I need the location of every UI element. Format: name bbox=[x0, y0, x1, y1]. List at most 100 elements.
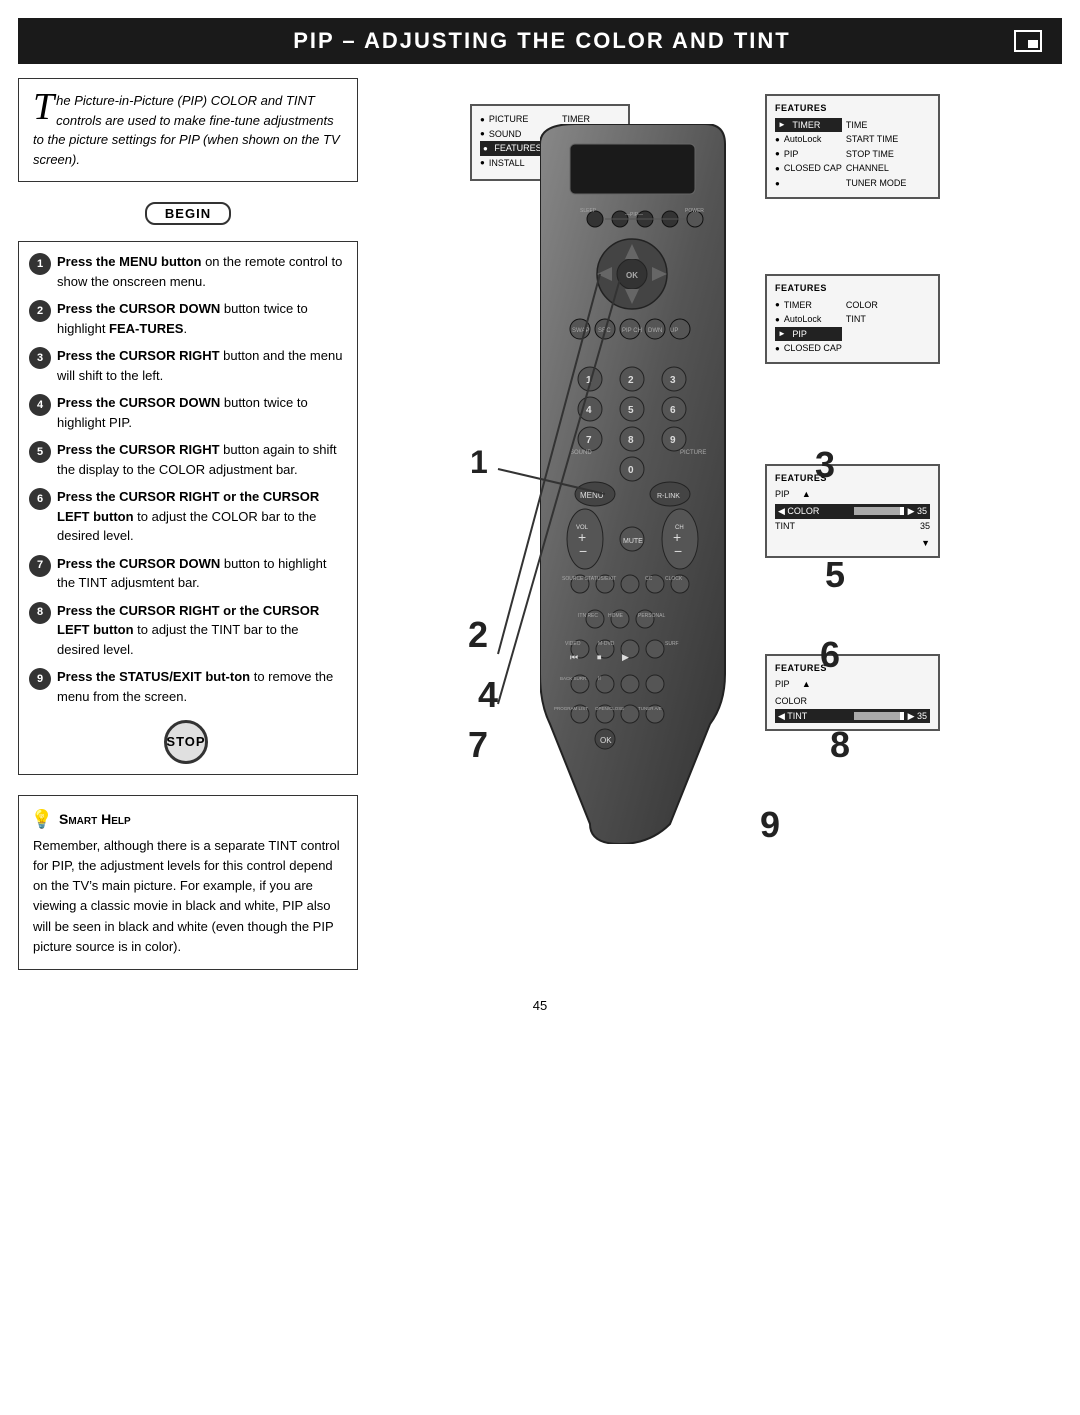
right-column: ● PICTURE ● SOUND ● FEATURES ● INSTALL T… bbox=[358, 64, 1062, 988]
step-num-7: 7 bbox=[29, 555, 51, 577]
screen-features-4: FEATURES PIP ▲ COLOR ◀ TINT ▶ 35 bbox=[765, 654, 940, 731]
step-text-5: Press the CURSOR RIGHT button again to s… bbox=[57, 440, 343, 479]
screen4-title: FEATURES bbox=[775, 662, 930, 675]
svg-text:−: − bbox=[674, 543, 682, 559]
step-text-6: Press the CURSOR RIGHT or the CURSOR LEF… bbox=[57, 487, 343, 546]
step-4: 4 Press the CURSOR DOWN button twice to … bbox=[29, 393, 343, 432]
big-step-9: 9 bbox=[760, 804, 780, 846]
svg-text:DWN: DWN bbox=[648, 328, 662, 334]
step-num-2: 2 bbox=[29, 300, 51, 322]
step-1: 1 Press the MENU button on the remote co… bbox=[29, 252, 343, 291]
step-text-7: Press the CURSOR DOWN button to highligh… bbox=[57, 554, 343, 593]
svg-text:OK: OK bbox=[600, 736, 612, 745]
svg-text:CLOCK: CLOCK bbox=[665, 576, 683, 582]
step-num-6: 6 bbox=[29, 488, 51, 510]
svg-text:4: 4 bbox=[586, 405, 592, 416]
step-text-4: Press the CURSOR DOWN button twice to hi… bbox=[57, 393, 343, 432]
svg-text:BACK SURR.: BACK SURR. bbox=[560, 676, 588, 681]
big-step-3: 3 bbox=[815, 444, 835, 486]
screen2-title: FEATURES bbox=[775, 282, 930, 295]
stop-badge: STOP bbox=[164, 720, 208, 764]
big-step-2: 2 bbox=[468, 614, 488, 656]
screen-features-2: FEATURES ● TIMER ● AutoLock ► PIP ● CLOS… bbox=[765, 274, 940, 364]
svg-text:MENU: MENU bbox=[580, 491, 604, 500]
svg-text:M-DVD: M-DVD bbox=[598, 641, 615, 647]
big-step-5: 5 bbox=[825, 554, 845, 596]
intro-box: T he Picture-in-Picture (PIP) COLOR and … bbox=[18, 78, 358, 182]
svg-text:7: 7 bbox=[586, 435, 592, 446]
svg-text:HOME: HOME bbox=[608, 613, 624, 619]
step-2: 2 Press the CURSOR DOWN button twice to … bbox=[29, 299, 343, 338]
stop-wrap: STOP bbox=[29, 714, 343, 764]
step-text-3: Press the CURSOR RIGHT button and the me… bbox=[57, 346, 343, 385]
svg-text:3: 3 bbox=[670, 375, 676, 386]
smart-help-title: 💡 Smart Help bbox=[33, 808, 343, 830]
svg-text:OK: OK bbox=[626, 271, 638, 280]
svg-text:−: − bbox=[579, 543, 587, 559]
step-text-9: Press the STATUS/EXIT but-ton to remove … bbox=[57, 667, 343, 706]
svg-text:SWAP: SWAP bbox=[572, 328, 589, 334]
begin-badge: BEGIN bbox=[145, 202, 231, 225]
svg-text:SOUND: SOUND bbox=[570, 450, 592, 456]
svg-text:UP: UP bbox=[670, 328, 678, 334]
step-9: 9 Press the STATUS/EXIT but-ton to remov… bbox=[29, 667, 343, 706]
screen1-title: FEATURES bbox=[775, 102, 930, 115]
svg-text:1: 1 bbox=[586, 375, 592, 386]
svg-text:8: 8 bbox=[628, 435, 634, 446]
smart-help-label: Smart Help bbox=[59, 811, 131, 827]
screen3-title: FEATURES bbox=[775, 472, 930, 485]
svg-text:▶: ▶ bbox=[622, 652, 629, 662]
svg-text:SURF: SURF bbox=[665, 641, 679, 647]
big-step-7: 7 bbox=[468, 724, 488, 766]
step-text-2: Press the CURSOR DOWN button twice to hi… bbox=[57, 299, 343, 338]
drop-cap: T bbox=[33, 91, 54, 123]
svg-text:6: 6 bbox=[670, 405, 676, 416]
step-7: 7 Press the CURSOR DOWN button to highli… bbox=[29, 554, 343, 593]
svg-text:—PIP—: —PIP— bbox=[625, 212, 643, 218]
svg-text:2: 2 bbox=[628, 375, 634, 386]
svg-text:PROGRAM LIST: PROGRAM LIST bbox=[554, 706, 588, 711]
svg-text:PERSONAL: PERSONAL bbox=[638, 613, 665, 619]
left-column: T he Picture-in-Picture (PIP) COLOR and … bbox=[18, 64, 358, 988]
step-num-3: 3 bbox=[29, 347, 51, 369]
svg-text:R-LINK: R-LINK bbox=[657, 493, 680, 500]
step-num-4: 4 bbox=[29, 394, 51, 416]
svg-text:SRC: SRC bbox=[598, 328, 611, 334]
svg-text:5: 5 bbox=[628, 405, 634, 416]
svg-text:ITN REC: ITN REC bbox=[578, 613, 598, 619]
step-text-1: Press the MENU button on the remote cont… bbox=[57, 252, 343, 291]
step-indicator-1: 1 bbox=[470, 444, 488, 481]
step-num-5: 5 bbox=[29, 441, 51, 463]
step-5: 5 Press the CURSOR RIGHT button again to… bbox=[29, 440, 343, 479]
svg-text:0: 0 bbox=[628, 465, 634, 476]
svg-text:CC: CC bbox=[645, 576, 653, 582]
remote-control: SLEEP POWER —PIP— bbox=[540, 124, 760, 849]
step-num-9: 9 bbox=[29, 668, 51, 690]
step-num-1: 1 bbox=[29, 253, 51, 275]
svg-text:II: II bbox=[598, 676, 601, 682]
steps-box: 1 Press the MENU button on the remote co… bbox=[18, 241, 358, 775]
smart-help-text: Remember, although there is a separate T… bbox=[33, 836, 343, 957]
pip-icon bbox=[1014, 30, 1042, 52]
svg-text:MUTE: MUTE bbox=[623, 538, 643, 545]
svg-text:VIDEO: VIDEO bbox=[565, 641, 581, 647]
svg-text:PICTURE: PICTURE bbox=[680, 450, 706, 456]
intro-text: he Picture-in-Picture (PIP) COLOR and TI… bbox=[33, 93, 340, 167]
lightbulb-icon: 💡 bbox=[33, 808, 51, 830]
step-8: 8 Press the CURSOR RIGHT or the CURSOR L… bbox=[29, 601, 343, 660]
screen-features-1: FEATURES ► TIMER ● AutoLock ● PIP ● CLOS… bbox=[765, 94, 940, 199]
page-title: PIP – ADJUSTING THE COLOR AND TINT bbox=[70, 28, 1014, 54]
page-header: PIP – ADJUSTING THE COLOR AND TINT bbox=[18, 18, 1062, 64]
svg-text:SOURCE STATUS/EXIT: SOURCE STATUS/EXIT bbox=[562, 576, 616, 582]
big-step-4: 4 bbox=[478, 674, 498, 716]
svg-text:TUNER A/E: TUNER A/E bbox=[638, 706, 662, 711]
step-3: 3 Press the CURSOR RIGHT button and the … bbox=[29, 346, 343, 385]
svg-text:OPEN/CLOSE: OPEN/CLOSE bbox=[595, 706, 624, 711]
smart-help-box: 💡 Smart Help Remember, although there is… bbox=[18, 795, 358, 970]
screen-features-3: FEATURES PIP ▲ ◀ COLOR ▶ 35 TINT bbox=[765, 464, 940, 558]
svg-text:PIP CH: PIP CH bbox=[622, 328, 642, 334]
svg-text:SLEEP: SLEEP bbox=[580, 208, 597, 214]
svg-text:9: 9 bbox=[670, 435, 676, 446]
step-num-8: 8 bbox=[29, 602, 51, 624]
big-step-6: 6 bbox=[820, 634, 840, 676]
